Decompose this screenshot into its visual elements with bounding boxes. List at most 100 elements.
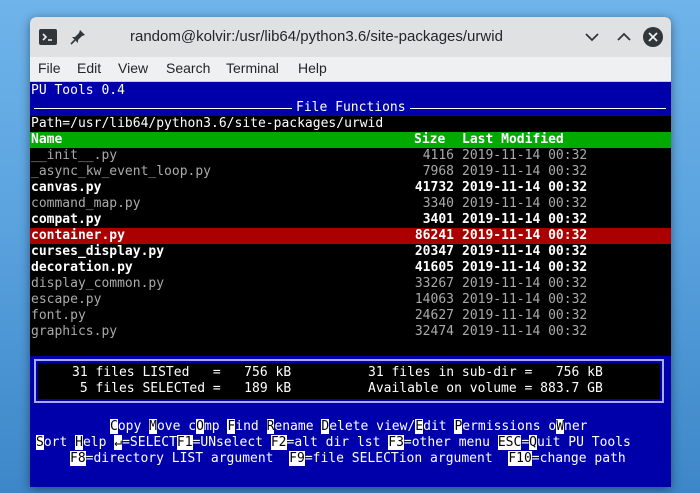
- column-size[interactable]: Size: [414, 132, 445, 148]
- file-row[interactable]: command_map.py 3340 2019-11-14 00:32: [30, 196, 671, 212]
- file-name: escape.py: [31, 292, 102, 307]
- dir-list-argument-command[interactable]: F8=directory LIST argument: [70, 451, 274, 466]
- file-date: 2019-11-14 00:32: [462, 212, 588, 227]
- column-name[interactable]: Name: [31, 132, 62, 148]
- file-date: 2019-11-14 00:32: [462, 148, 588, 163]
- sort-command[interactable]: Sort: [36, 435, 67, 450]
- file-row[interactable]: escape.py 14063 2019-11-14 00:32: [30, 292, 671, 308]
- select-command[interactable]: ↵=SELECT: [114, 435, 177, 450]
- file-size: 41732: [414, 180, 454, 195]
- command-7[interactable]: Permissions: [454, 419, 541, 434]
- file-date: 2019-11-14 00:32: [462, 324, 588, 339]
- column-modified[interactable]: Last Modified: [462, 132, 564, 148]
- file-size: 3340: [422, 196, 454, 211]
- enter-icon: ↵: [114, 435, 123, 450]
- command-1[interactable]: Move: [149, 419, 180, 434]
- other-menu-command[interactable]: F3=other menu: [388, 435, 490, 450]
- file-size: 24627: [414, 308, 454, 323]
- quit-command[interactable]: ESC=Quit PU Tools: [497, 435, 631, 450]
- file-row[interactable]: __init__.py 4116 2019-11-14 00:32: [30, 148, 671, 164]
- file-date: 2019-11-14 00:32: [462, 196, 588, 211]
- menu-search[interactable]: Search: [166, 60, 210, 76]
- command-8[interactable]: oWner: [548, 419, 588, 434]
- file-name: graphics.py: [31, 324, 118, 339]
- menu-view[interactable]: View: [118, 60, 148, 76]
- file-size: 20347: [414, 244, 454, 259]
- unselect-command[interactable]: F1=UNselect: [176, 435, 263, 450]
- minimize-chevron-down-icon[interactable]: [582, 27, 602, 47]
- stats-available: Available on volume = 883.7 GB: [368, 381, 603, 396]
- terminal-window: random@kolvir:/usr/lib64/python3.6/site-…: [30, 17, 671, 487]
- file-size: 4116: [422, 148, 454, 163]
- file-size: 3401: [422, 212, 454, 227]
- file-name: _async_kw_event_loop.py: [31, 164, 212, 179]
- close-icon[interactable]: [642, 26, 664, 48]
- command-3[interactable]: Find: [227, 419, 259, 434]
- file-row[interactable]: _async_kw_event_loop.py 7968 2019-11-14 00…: [30, 164, 671, 180]
- command-bar: Copy Move cOmp Find Rename Delete view/E…: [30, 405, 671, 487]
- window-title: random@kolvir:/usr/lib64/python3.6/site-…: [130, 28, 503, 45]
- file-date: 2019-11-14 00:32: [462, 180, 588, 195]
- maximize-chevron-up-icon[interactable]: [614, 27, 634, 47]
- stats-box: 31 files LISTed = 756 kB 31 files in sub…: [34, 359, 664, 403]
- file-date: 2019-11-14 00:32: [462, 260, 588, 275]
- panel-title: File Functions: [296, 100, 406, 115]
- file-name: curses_display.py: [31, 244, 165, 259]
- file-row[interactable]: curses_display.py 20347 2019-11-14 00:32: [30, 244, 671, 260]
- file-name: display_common.py: [31, 276, 165, 291]
- file-row[interactable]: decoration.py 41605 2019-11-14 00:32: [30, 260, 671, 276]
- alt-dir-command[interactable]: F2=alt dir lst: [270, 435, 380, 450]
- menu-help[interactable]: Help: [298, 60, 327, 76]
- file-row[interactable]: graphics.py 32474 2019-11-14 00:32: [30, 324, 671, 340]
- file-name: font.py: [31, 308, 86, 323]
- file-name: container.py: [31, 228, 125, 243]
- file-row[interactable]: compat.py 3401 2019-11-14 00:32: [30, 212, 671, 228]
- title-bar: random@kolvir:/usr/lib64/python3.6/site-…: [30, 17, 671, 57]
- menu-terminal[interactable]: Terminal: [226, 60, 279, 76]
- file-date: 2019-11-14 00:32: [462, 244, 588, 259]
- key-row-3: F8=directory LIST argument F9=file SELEC…: [70, 451, 626, 467]
- file-row-selected[interactable]: container.py 86241 2019-11-14 00:32: [30, 228, 671, 244]
- stats-in-subdir: 31 files in sub-dir = 756 kB: [368, 365, 603, 380]
- menu-file[interactable]: File: [38, 60, 61, 76]
- file-row[interactable]: display_common.py 33267 2019-11-14 00:32: [30, 276, 671, 292]
- command-4[interactable]: Rename: [266, 419, 314, 434]
- command-5[interactable]: Delete: [321, 419, 368, 434]
- menu-bar: File Edit View Search Terminal Help: [30, 57, 671, 82]
- terminal-content[interactable]: PU Tools 0.4 File Functions Path=/usr/li…: [30, 82, 671, 487]
- help-command[interactable]: Help: [75, 435, 106, 450]
- key-row-2: Sort Help ↵=SELECTF1=UNselect F2=alt dir…: [36, 435, 631, 451]
- panel-title-frame: File Functions: [30, 100, 671, 116]
- file-date: 2019-11-14 00:32: [462, 292, 588, 307]
- command-0[interactable]: Copy: [110, 419, 141, 434]
- pin-icon[interactable]: [68, 27, 88, 47]
- file-name: command_map.py: [31, 196, 141, 211]
- file-size: 32474: [414, 324, 454, 339]
- command-row: Copy Move cOmp Find Rename Delete view/E…: [110, 419, 588, 435]
- file-date: 2019-11-14 00:32: [462, 308, 588, 323]
- file-selection-argument-command[interactable]: F9=file SELECTion argument: [289, 451, 493, 466]
- file-date: 2019-11-14 00:32: [462, 228, 588, 243]
- file-date: 2019-11-14 00:32: [462, 276, 588, 291]
- current-path: Path=/usr/lib64/python3.6/site-packages/…: [31, 116, 384, 131]
- stats-selected: 5 files SELECTed = 189 kB: [72, 381, 292, 396]
- file-name: decoration.py: [31, 260, 133, 275]
- app-name: PU Tools 0.4: [31, 83, 125, 98]
- file-size: 86241: [414, 228, 454, 243]
- change-path-command[interactable]: F10=change path: [508, 451, 626, 466]
- terminal-app-icon: [39, 29, 57, 45]
- file-name: compat.py: [31, 212, 102, 227]
- command-2[interactable]: cOmp: [188, 419, 220, 434]
- stats-listed: 31 files LISTed = 756 kB: [72, 365, 292, 380]
- file-size: 7968: [422, 164, 454, 179]
- file-date: 2019-11-14 00:32: [462, 164, 588, 179]
- file-name: canvas.py: [31, 180, 102, 195]
- command-6[interactable]: view/Edit: [376, 419, 447, 434]
- file-size: 14063: [414, 292, 454, 307]
- file-row[interactable]: canvas.py 41732 2019-11-14 00:32: [30, 180, 671, 196]
- file-name: __init__.py: [31, 148, 118, 163]
- column-header-row: Name Size Last Modified: [30, 132, 671, 148]
- file-size: 41605: [414, 260, 454, 275]
- file-row[interactable]: font.py 24627 2019-11-14 00:32: [30, 308, 671, 324]
- menu-edit[interactable]: Edit: [77, 60, 101, 76]
